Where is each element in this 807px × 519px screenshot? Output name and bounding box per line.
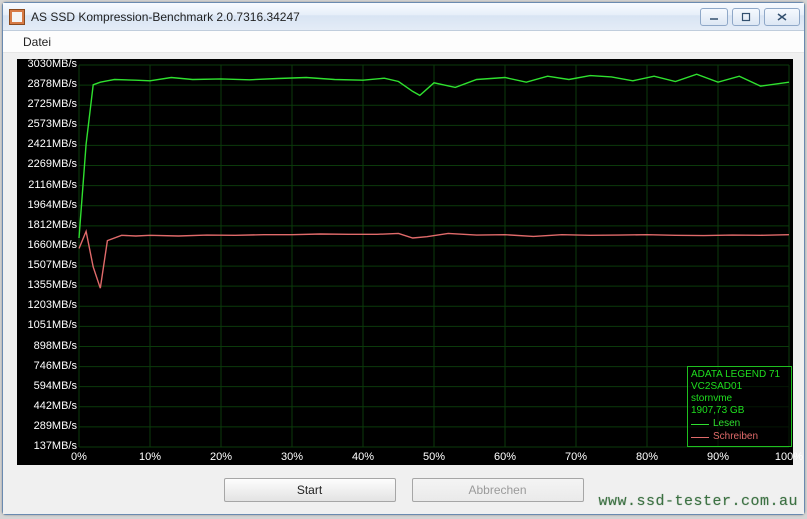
y-tick-label: 2421MB/s bbox=[27, 138, 77, 150]
cancel-button[interactable]: Abbrechen bbox=[412, 478, 584, 502]
x-tick-label: 70% bbox=[565, 451, 587, 463]
x-tick-label: 10% bbox=[139, 451, 161, 463]
x-tick-label: 60% bbox=[494, 451, 516, 463]
legend-write-row: Schreiben bbox=[691, 431, 788, 443]
legend-firmware: VC2SAD01 bbox=[691, 381, 788, 393]
y-tick-label: 3030MB/s bbox=[27, 58, 77, 70]
minimize-button[interactable] bbox=[700, 8, 728, 26]
x-tick-label: 40% bbox=[352, 451, 374, 463]
legend-box: ADATA LEGEND 71 VC2SAD01 stornvme 1907,7… bbox=[687, 366, 792, 447]
x-tick-label: 100% bbox=[775, 451, 803, 463]
y-tick-label: 2573MB/s bbox=[27, 118, 77, 130]
y-tick-label: 442MB/s bbox=[34, 400, 77, 412]
x-tick-label: 90% bbox=[707, 451, 729, 463]
button-row: Start Abbrechen bbox=[3, 478, 804, 502]
x-tick-label: 50% bbox=[423, 451, 445, 463]
y-tick-label: 1355MB/s bbox=[27, 279, 77, 291]
y-tick-label: 1660MB/s bbox=[27, 239, 77, 251]
x-tick-label: 20% bbox=[210, 451, 232, 463]
y-tick-label: 1964MB/s bbox=[27, 199, 77, 211]
app-icon bbox=[9, 9, 25, 25]
maximize-button[interactable] bbox=[732, 8, 760, 26]
y-tick-label: 2116MB/s bbox=[28, 179, 77, 191]
y-tick-label: 898MB/s bbox=[34, 340, 77, 352]
legend-write-swatch bbox=[691, 437, 709, 438]
menu-file[interactable]: Datei bbox=[15, 33, 59, 51]
y-tick-label: 1203MB/s bbox=[27, 299, 77, 311]
app-window: AS SSD Kompression-Benchmark 2.0.7316.34… bbox=[2, 2, 805, 515]
y-tick-label: 1051MB/s bbox=[27, 319, 77, 331]
legend-read-swatch bbox=[691, 424, 709, 425]
legend-read-row: Lesen bbox=[691, 418, 788, 430]
y-tick-label: 2725MB/s bbox=[27, 98, 77, 110]
y-tick-label: 1507MB/s bbox=[27, 259, 77, 271]
y-tick-label: 746MB/s bbox=[34, 360, 77, 372]
x-tick-label: 0% bbox=[71, 451, 87, 463]
content-area: ADATA LEGEND 71 VC2SAD01 stornvme 1907,7… bbox=[3, 53, 804, 514]
titlebar: AS SSD Kompression-Benchmark 2.0.7316.34… bbox=[3, 3, 804, 31]
legend-read-label: Lesen bbox=[713, 418, 740, 430]
legend-device: ADATA LEGEND 71 bbox=[691, 369, 788, 381]
menubar: Datei bbox=[3, 31, 804, 53]
y-tick-label: 289MB/s bbox=[34, 420, 77, 432]
y-tick-label: 1812MB/s bbox=[27, 219, 77, 231]
legend-write-label: Schreiben bbox=[713, 431, 758, 443]
x-tick-label: 30% bbox=[281, 451, 303, 463]
chart-area: ADATA LEGEND 71 VC2SAD01 stornvme 1907,7… bbox=[17, 59, 793, 465]
legend-capacity: 1907,73 GB bbox=[691, 405, 788, 417]
y-tick-label: 2878MB/s bbox=[27, 78, 77, 90]
maximize-icon bbox=[741, 12, 751, 22]
chart-canvas bbox=[17, 59, 793, 465]
start-button[interactable]: Start bbox=[224, 478, 396, 502]
x-tick-label: 80% bbox=[636, 451, 658, 463]
close-icon bbox=[776, 12, 788, 22]
window-title: AS SSD Kompression-Benchmark 2.0.7316.34… bbox=[31, 10, 696, 24]
y-tick-label: 2269MB/s bbox=[27, 158, 77, 170]
y-tick-label: 594MB/s bbox=[34, 380, 77, 392]
close-button[interactable] bbox=[764, 8, 800, 26]
minimize-icon bbox=[709, 13, 719, 21]
legend-driver: stornvme bbox=[691, 393, 788, 405]
